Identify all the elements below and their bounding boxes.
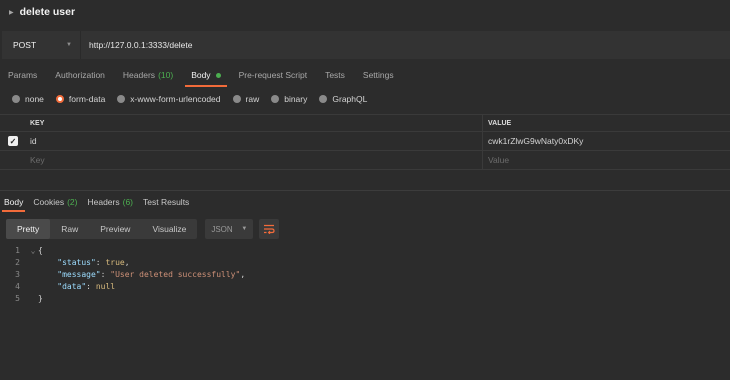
radio-icon (117, 95, 126, 103)
tab-authorization[interactable]: Authorization (55, 63, 105, 87)
radio-x-www-form-urlencoded[interactable]: x-www-form-urlencoded (117, 94, 221, 104)
header-checkbox-cell (0, 115, 26, 131)
tab-count: (10) (158, 70, 174, 80)
view-raw-button[interactable]: Raw (50, 219, 89, 239)
caret-right-icon[interactable]: ▶ (9, 9, 14, 16)
response-tab-cookies[interactable]: Cookies (2) (33, 194, 77, 210)
tab-count: (6) (122, 197, 134, 207)
url-input[interactable]: http://127.0.0.1:3333/delete (81, 40, 193, 50)
wrap-lines-button[interactable] (259, 219, 280, 239)
line-number: 1 (15, 245, 20, 255)
radio-icon (232, 95, 241, 103)
response-tab-headers[interactable]: Headers (6) (87, 194, 133, 210)
tab-label: Tests (325, 70, 345, 80)
radio-none[interactable]: none (12, 94, 44, 104)
radio-graphql[interactable]: GraphQL (319, 94, 367, 104)
response-tab-body[interactable]: Body (1, 194, 26, 212)
radio-label: none (25, 94, 44, 104)
request-url-bar: POST ▼ http://127.0.0.1:3333/delete (2, 31, 730, 59)
method-label: POST (13, 40, 37, 50)
key-placeholder[interactable]: Key (26, 151, 483, 169)
radio-raw[interactable]: raw (232, 94, 260, 104)
response-body[interactable]: 1 ⌄ { 2 "status": true, 3 "message": "Us… (0, 244, 730, 304)
radio-label: x-www-form-urlencoded (130, 94, 221, 104)
tab-pre-request-script[interactable]: Pre-request Script (239, 63, 308, 87)
code-text: { (38, 245, 43, 255)
code-line: 5 } (0, 292, 730, 304)
method-select[interactable]: POST ▼ (2, 31, 81, 59)
tab-body[interactable]: Body (185, 63, 228, 87)
checkbox-checked-icon[interactable]: ✓ (8, 136, 18, 146)
response-tab-test-results[interactable]: Test Results (143, 194, 189, 210)
response-tabs: Body Cookies (2) Headers (6) Test Results (0, 194, 730, 212)
view-visualize-button[interactable]: Visualize (141, 219, 197, 239)
tab-label: Body (4, 197, 24, 207)
view-pretty-button[interactable]: Pretty (6, 219, 51, 239)
tab-tests[interactable]: Tests (325, 63, 345, 87)
radio-label: raw (245, 94, 260, 104)
pane-divider[interactable] (0, 190, 730, 191)
line-number: 5 (15, 293, 20, 303)
format-select[interactable]: JSON ▼ (205, 219, 254, 239)
view-mode-group: Pretty Raw Preview Visualize (6, 219, 198, 239)
format-label: JSON (211, 224, 233, 234)
radio-label: form-data (68, 94, 106, 104)
key-cell[interactable]: id (26, 132, 483, 150)
code-line: 3 "message": "User deleted successfully"… (0, 268, 730, 280)
radio-icon (319, 95, 328, 103)
tab-label: Settings (362, 70, 394, 80)
chevron-down-icon: ▼ (66, 42, 72, 48)
request-name[interactable]: delete user (20, 6, 75, 18)
tab-count: (2) (67, 197, 78, 207)
tab-label: Params (8, 70, 38, 80)
radio-form-data[interactable]: form-data (55, 94, 106, 104)
row-checkbox-cell: ✓ (0, 132, 26, 150)
radio-selected-icon (55, 95, 64, 103)
tab-label: Authorization (55, 70, 105, 80)
body-type-radios: none form-data x-www-form-urlencoded raw… (0, 92, 730, 106)
request-tabs: Params Authorization Headers (10) Body Pr… (0, 63, 730, 87)
tab-params[interactable]: Params (8, 63, 37, 87)
tab-settings[interactable]: Settings (363, 63, 394, 87)
empty-checkbox-cell (0, 151, 26, 169)
tab-label: Cookies (33, 197, 65, 207)
table-header: KEY VALUE (0, 114, 730, 132)
value-cell[interactable]: cwk1rZlwG9wNaty0xDKy (483, 132, 730, 150)
request-title-bar: ▶ delete user (0, 0, 730, 24)
view-preview-button[interactable]: Preview (89, 219, 141, 239)
code-line: 1 ⌄ { (0, 244, 730, 256)
line-number: 3 (15, 269, 20, 279)
wrap-lines-icon (264, 224, 275, 234)
line-number: 2 (15, 257, 20, 267)
code-line: 2 "status": true, (0, 256, 730, 268)
radio-icon (271, 95, 280, 103)
table-row-empty: Key Value (0, 151, 730, 170)
tab-label: Headers (87, 197, 120, 207)
tab-label: Body (191, 70, 211, 80)
tab-headers[interactable]: Headers (10) (123, 63, 173, 87)
active-dot-icon (215, 72, 221, 78)
code-text: } (38, 293, 43, 303)
tab-label: Pre-request Script (238, 70, 308, 80)
radio-icon (12, 95, 20, 103)
code-text: "data": null (57, 281, 116, 291)
key-header: KEY (26, 115, 483, 131)
code-text: "message": "User deleted successfully", (57, 269, 246, 279)
code-text: "status": true, (57, 257, 130, 267)
tab-label: Headers (122, 70, 156, 80)
radio-label: GraphQL (332, 94, 368, 104)
chevron-down-icon: ▼ (241, 226, 248, 232)
radio-binary[interactable]: binary (271, 94, 307, 104)
tab-label: Test Results (143, 197, 190, 207)
value-header: VALUE (488, 119, 512, 127)
response-toolbar: Pretty Raw Preview Visualize JSON ▼ (6, 219, 280, 239)
code-line: 4 "data": null (0, 280, 730, 292)
table-row: ✓ id cwk1rZlwG9wNaty0xDKy (0, 132, 730, 151)
value-placeholder[interactable]: Value (483, 151, 730, 169)
form-data-table: KEY VALUE ✓ id cwk1rZlwG9wNaty0xDKy Key … (0, 114, 730, 170)
radio-label: binary (284, 94, 308, 104)
fold-marker[interactable]: ⌄ (28, 246, 38, 255)
line-number: 4 (15, 281, 20, 291)
